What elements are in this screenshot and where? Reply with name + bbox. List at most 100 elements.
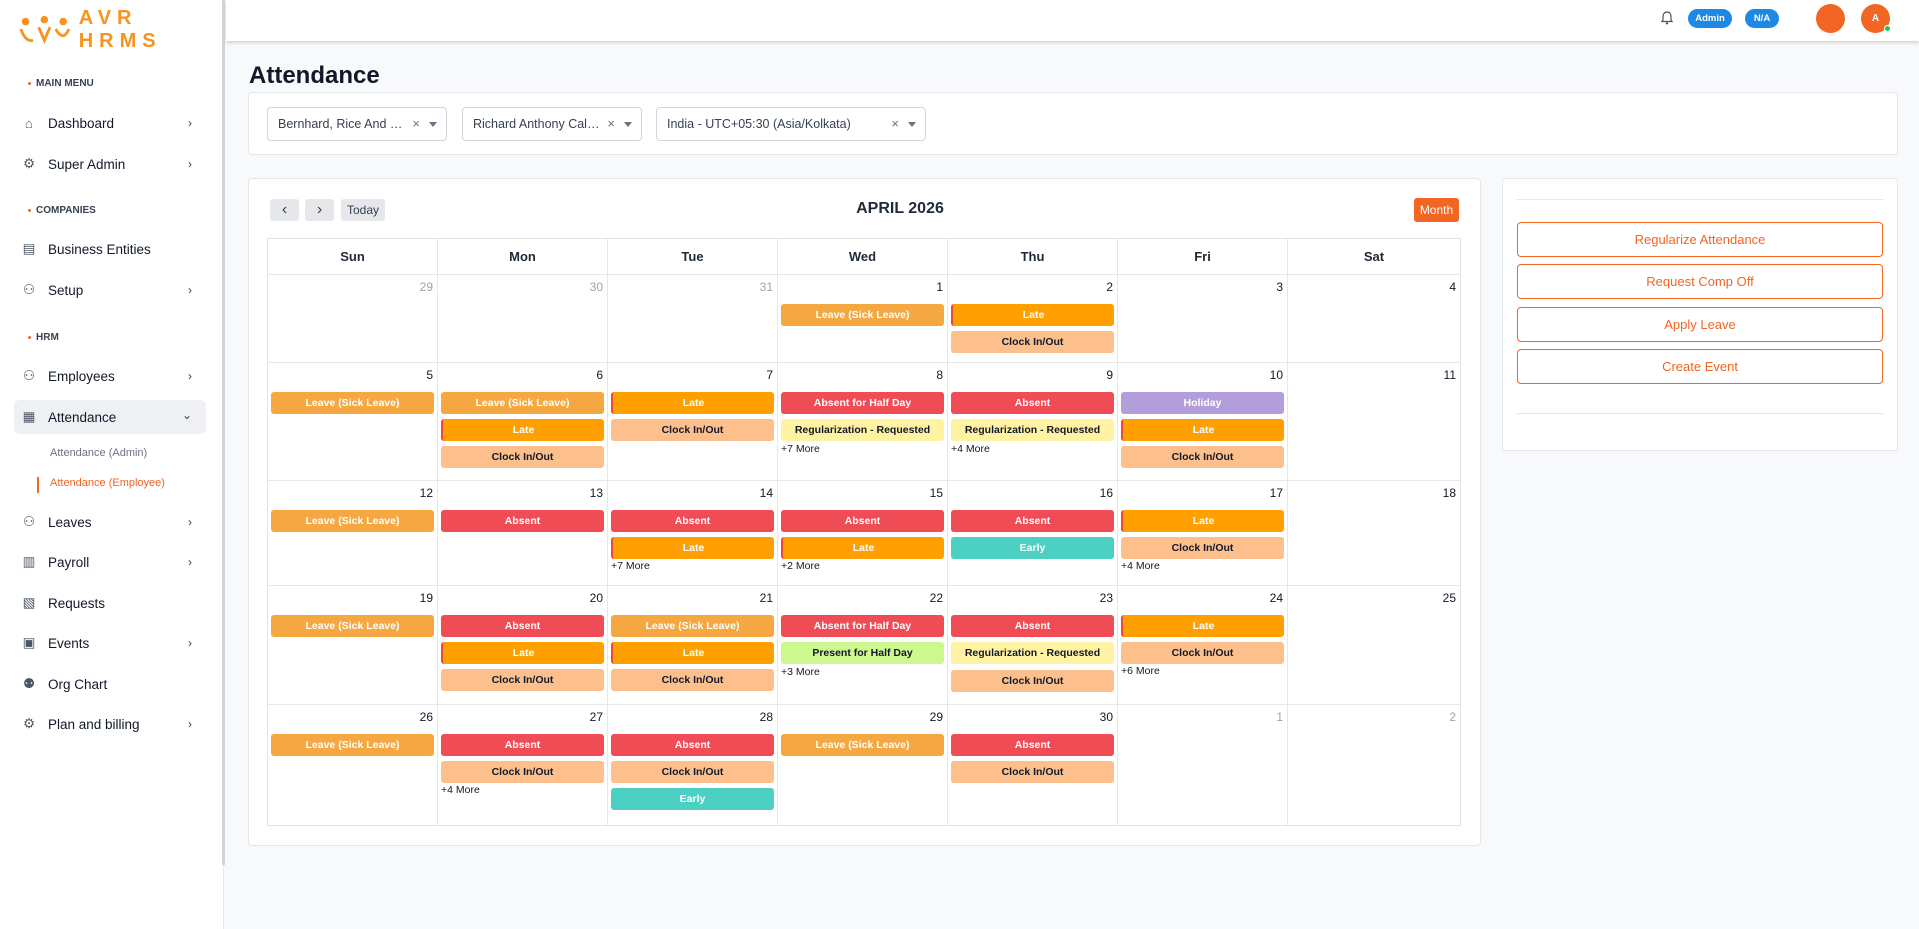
calendar-event-late[interactable]: Late	[611, 642, 774, 664]
more-events-link[interactable]: +3 More	[781, 666, 820, 678]
sidebar-item-super-admin[interactable]: ⚙ Super Admin ›	[14, 147, 206, 181]
month-view-button[interactable]: Month	[1414, 198, 1459, 222]
day-number[interactable]: 4	[1449, 280, 1456, 294]
calendar-event-clock[interactable]: Clock In/Out	[1121, 642, 1284, 664]
day-number[interactable]: 23	[1100, 591, 1113, 605]
calendar-event-clock[interactable]: Clock In/Out	[441, 446, 604, 468]
calendar-event-absent[interactable]: Absent	[611, 510, 774, 532]
calendar-event-early[interactable]: Early	[611, 788, 774, 810]
calendar-day-cell[interactable]: 30	[438, 275, 608, 363]
calendar-event-late[interactable]: Late	[441, 419, 604, 441]
day-number[interactable]: 29	[420, 280, 433, 294]
sidebar-item-dashboard[interactable]: ⌂ Dashboard ›	[14, 106, 206, 140]
calendar-day-cell[interactable]: 31	[608, 275, 778, 363]
day-number[interactable]: 1	[1276, 710, 1283, 724]
chevron-down-icon[interactable]	[624, 122, 632, 127]
more-events-link[interactable]: +6 More	[1121, 665, 1160, 677]
calendar-day-cell[interactable]: 22 Absent for Half Day Present for Half Da…	[778, 586, 948, 705]
day-number[interactable]: 31	[760, 280, 773, 294]
calendar-event-late[interactable]: Late	[951, 304, 1114, 326]
calendar-day-cell[interactable]: 24 Late Clock In/Out +6 More	[1118, 586, 1288, 705]
calendar-event-late[interactable]: Late	[611, 392, 774, 414]
calendar-event-absent[interactable]: Absent	[441, 510, 604, 532]
day-number[interactable]: 25	[1443, 591, 1456, 605]
day-number[interactable]: 5	[426, 368, 433, 382]
request-comp-off-button[interactable]: Request Comp Off	[1517, 264, 1883, 299]
calendar-day-cell[interactable]: 18	[1288, 481, 1460, 586]
clear-icon[interactable]: ×	[412, 116, 420, 131]
calendar-day-cell[interactable]: 3	[1118, 275, 1288, 363]
day-number[interactable]: 2	[1449, 710, 1456, 724]
calendar-day-cell[interactable]: 29 Leave (Sick Leave)	[778, 705, 948, 825]
calendar-event-leave[interactable]: Leave (Sick Leave)	[781, 734, 944, 756]
day-number[interactable]: 22	[930, 591, 943, 605]
app-logo[interactable]: AVR HRMS	[18, 7, 223, 52]
sidebar-item-payroll[interactable]: ▥ Payroll ›	[14, 545, 206, 579]
calendar-event-leave[interactable]: Leave (Sick Leave)	[271, 734, 434, 756]
prev-month-button[interactable]: ‹	[270, 199, 299, 221]
calendar-event-late[interactable]: Late	[781, 537, 944, 559]
calendar-event-clock[interactable]: Clock In/Out	[611, 669, 774, 691]
sidebar-item-leaves[interactable]: ⚇ Leaves ›	[14, 505, 206, 539]
day-number[interactable]: 30	[590, 280, 603, 294]
apply-leave-button[interactable]: Apply Leave	[1517, 307, 1883, 342]
day-number[interactable]: 3	[1276, 280, 1283, 294]
next-month-button[interactable]: ›	[305, 199, 334, 221]
day-number[interactable]: 29	[930, 710, 943, 724]
calendar-event-leave[interactable]: Leave (Sick Leave)	[441, 392, 604, 414]
calendar-day-cell[interactable]: 29	[268, 275, 438, 363]
day-number[interactable]: 20	[590, 591, 603, 605]
calendar-event-late[interactable]: Late	[1121, 615, 1284, 637]
calendar-day-cell[interactable]: 16 Absent Early	[948, 481, 1118, 586]
calendar-event-clock[interactable]: Clock In/Out	[611, 419, 774, 441]
calendar-day-cell[interactable]: 2	[1288, 705, 1460, 825]
employee-select[interactable]: Richard Anthony Caldwell ×	[462, 107, 642, 141]
sidebar-subitem-attendance-employee[interactable]: Attendance (Employee)	[50, 477, 165, 489]
day-number[interactable]: 16	[1100, 486, 1113, 500]
day-number[interactable]: 2	[1106, 280, 1113, 294]
more-events-link[interactable]: +4 More	[441, 784, 480, 796]
calendar-event-late[interactable]: Late	[611, 537, 774, 559]
calendar-day-cell[interactable]: 30 Absent Clock In/Out	[948, 705, 1118, 825]
regularize-attendance-button[interactable]: Regularize Attendance	[1517, 222, 1883, 257]
calendar-day-cell[interactable]: 28 Absent Clock In/Out Early	[608, 705, 778, 825]
day-number[interactable]: 12	[420, 486, 433, 500]
calendar-event-holiday[interactable]: Holiday	[1121, 392, 1284, 414]
calendar-event-reg[interactable]: Regularization - Requested	[781, 419, 944, 441]
day-number[interactable]: 27	[590, 710, 603, 724]
day-number[interactable]: 7	[766, 368, 773, 382]
day-number[interactable]: 11	[1444, 368, 1456, 382]
sidebar-item-attendance[interactable]: ▦ Attendance ⌄	[14, 400, 206, 434]
calendar-event-leave[interactable]: Leave (Sick Leave)	[611, 615, 774, 637]
chevron-down-icon[interactable]	[908, 122, 916, 127]
day-number[interactable]: 26	[420, 710, 433, 724]
calendar-day-cell[interactable]: 2 Late Clock In/Out	[948, 275, 1118, 363]
day-number[interactable]: 14	[760, 486, 773, 500]
calendar-event-leave[interactable]: Leave (Sick Leave)	[271, 392, 434, 414]
calendar-day-cell[interactable]: 10 Holiday Late Clock In/Out	[1118, 363, 1288, 481]
day-number[interactable]: 24	[1270, 591, 1283, 605]
calendar-day-cell[interactable]: 25	[1288, 586, 1460, 705]
calendar-day-cell[interactable]: 1 Leave (Sick Leave)	[778, 275, 948, 363]
calendar-event-absent[interactable]: Absent for Half Day	[781, 615, 944, 637]
calendar-event-clock[interactable]: Clock In/Out	[611, 761, 774, 783]
calendar-event-leave[interactable]: Leave (Sick Leave)	[271, 615, 434, 637]
calendar-event-late[interactable]: Late	[441, 642, 604, 664]
day-number[interactable]: 28	[760, 710, 773, 724]
day-number[interactable]: 10	[1270, 368, 1283, 382]
calendar-event-clock[interactable]: Clock In/Out	[1121, 446, 1284, 468]
status-avatar[interactable]	[1816, 4, 1845, 33]
calendar-event-absent[interactable]: Absent	[441, 615, 604, 637]
sidebar-item-business-entities[interactable]: ▤ Business Entities	[14, 232, 206, 266]
calendar-day-cell[interactable]: 1	[1118, 705, 1288, 825]
calendar-day-cell[interactable]: 6 Leave (Sick Leave) Late Clock In/Out	[438, 363, 608, 481]
calendar-event-clock[interactable]: Clock In/Out	[951, 761, 1114, 783]
calendar-day-cell[interactable]: 27 Absent Clock In/Out +4 More	[438, 705, 608, 825]
clear-icon[interactable]: ×	[607, 116, 615, 131]
day-number[interactable]: 19	[420, 591, 433, 605]
calendar-day-cell[interactable]: 4	[1288, 275, 1460, 363]
calendar-event-leave[interactable]: Leave (Sick Leave)	[271, 510, 434, 532]
more-events-link[interactable]: +2 More	[781, 560, 820, 572]
calendar-day-cell[interactable]: 14 Absent Late +7 More	[608, 481, 778, 586]
calendar-day-cell[interactable]: 17 Late Clock In/Out +4 More	[1118, 481, 1288, 586]
